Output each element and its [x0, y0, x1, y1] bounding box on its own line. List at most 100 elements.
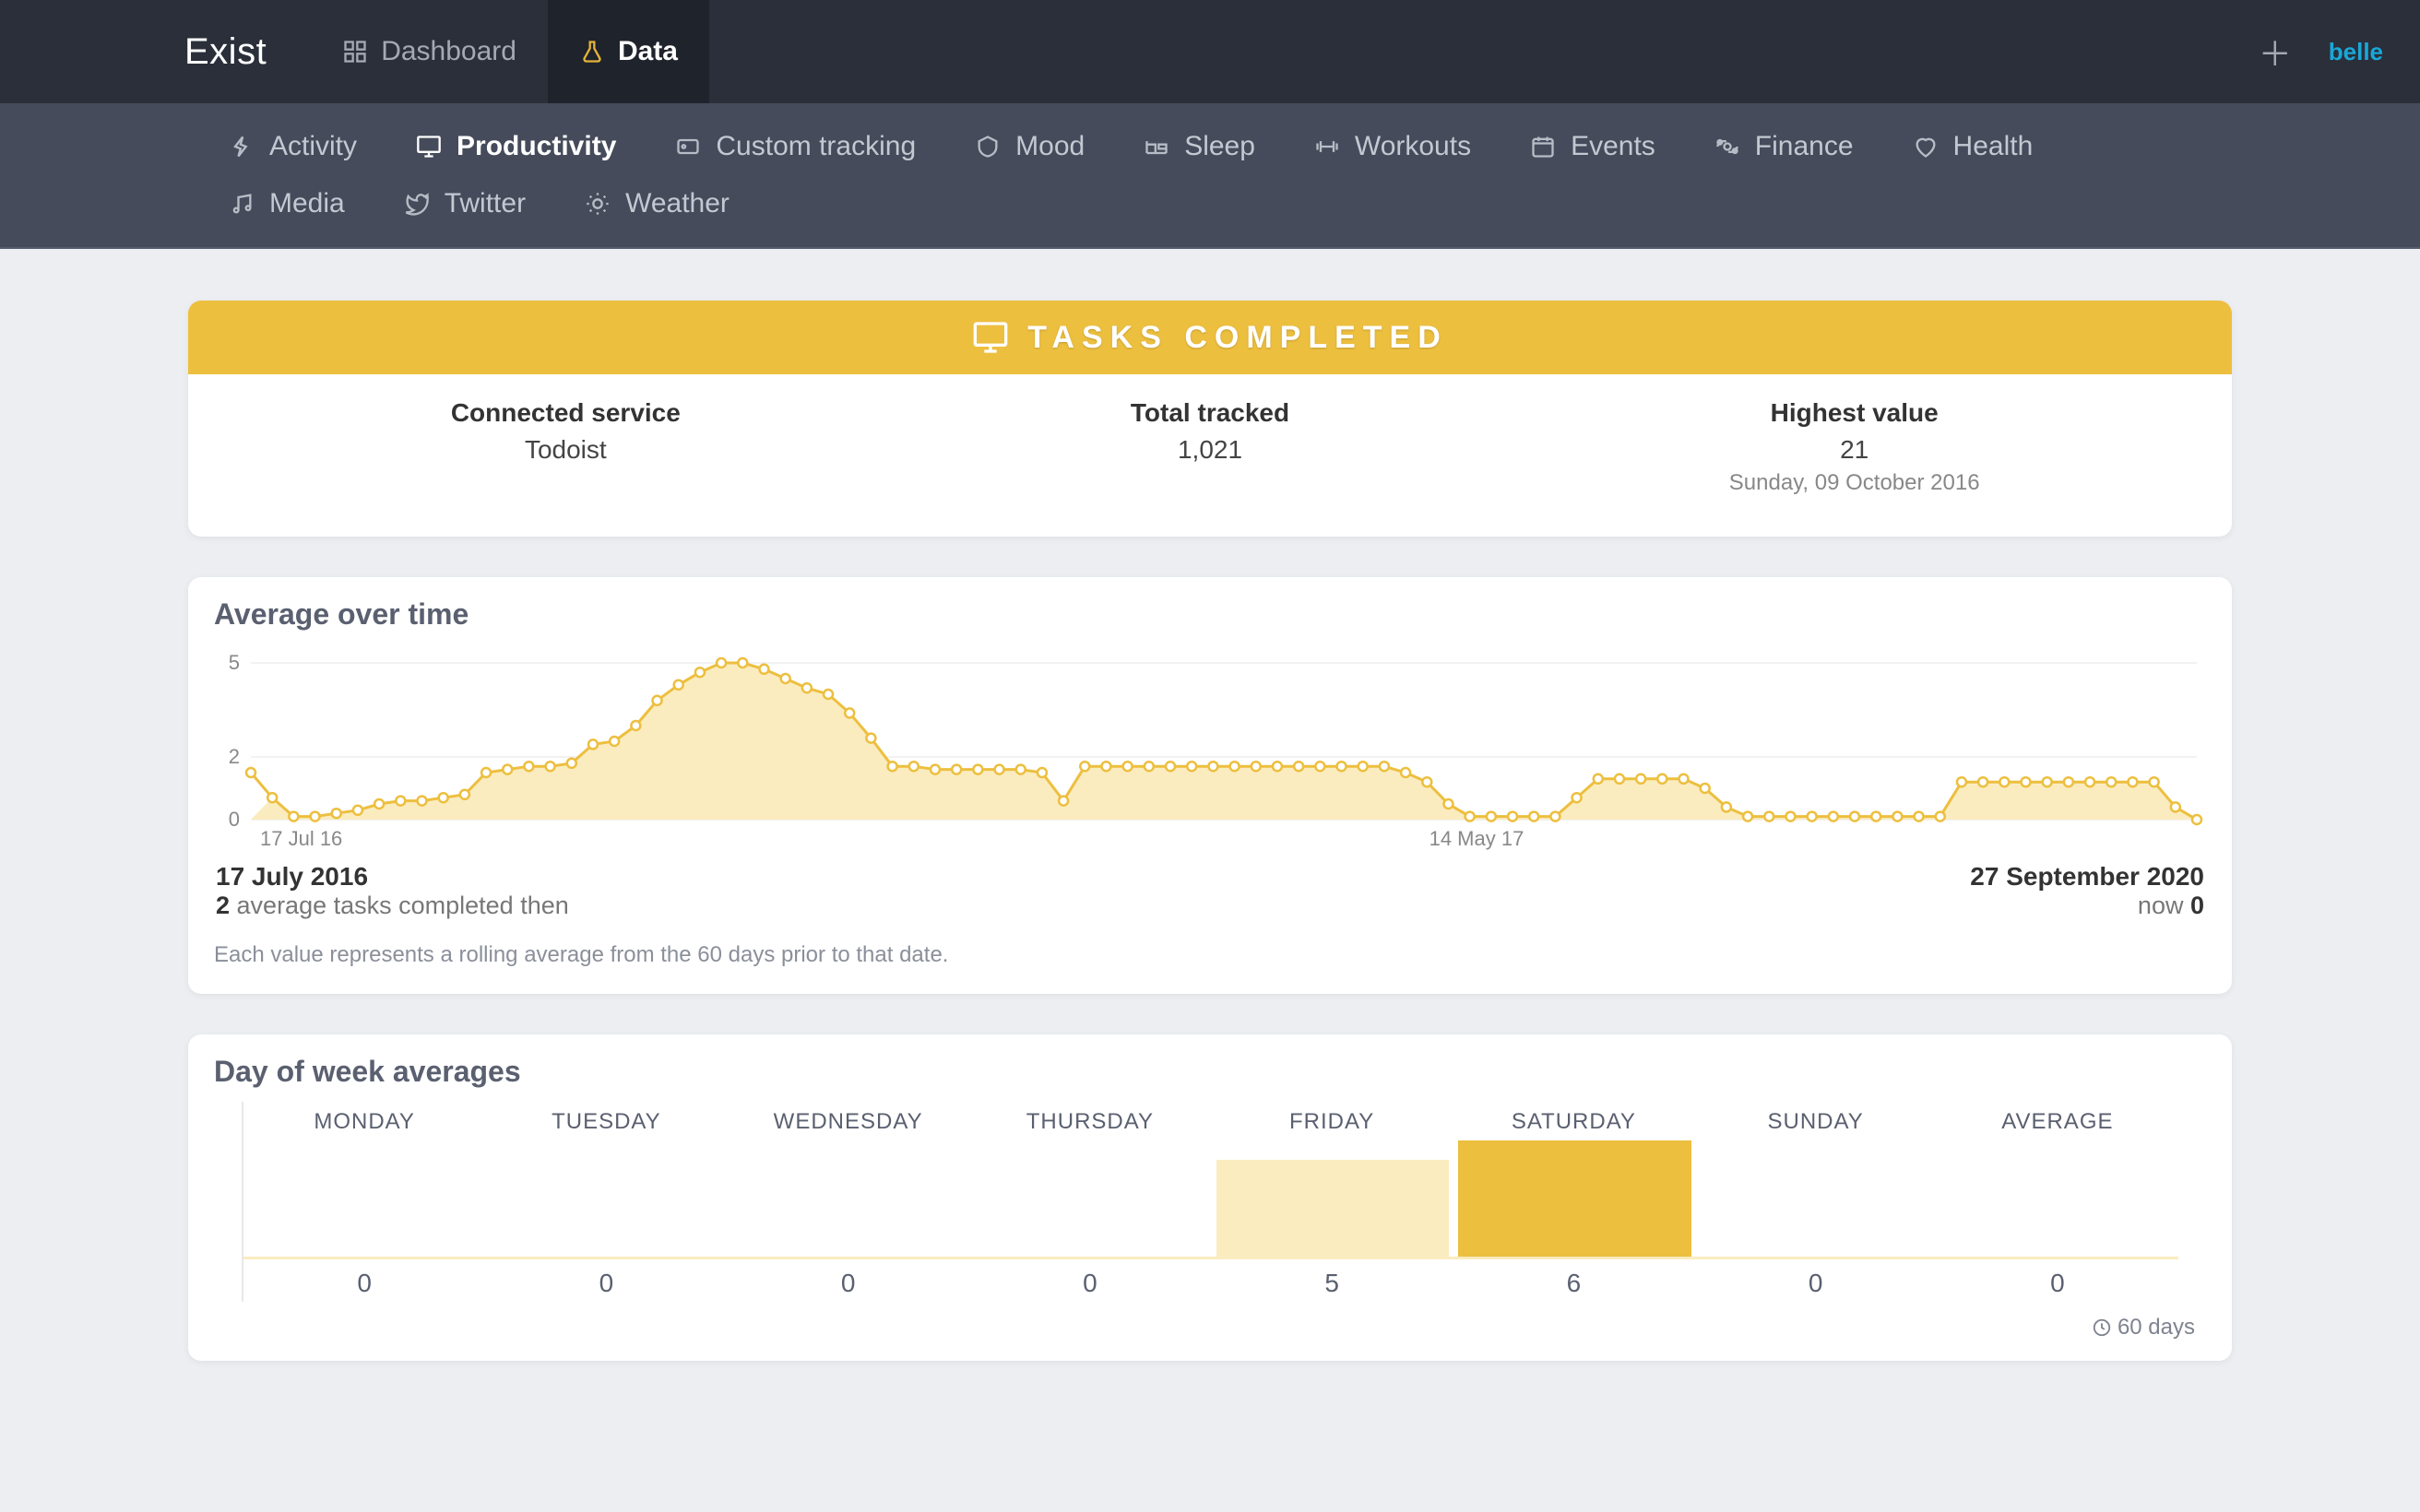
- dow-bar-area: [1453, 1137, 1694, 1257]
- dow-val: 6: [1453, 1259, 1694, 1298]
- subnav-item-twitter[interactable]: Twitter: [397, 179, 533, 229]
- dow-bar: [1216, 1160, 1449, 1257]
- dow-col-tuesday: TUESDAY 0: [485, 1102, 727, 1298]
- stat-highest-value: 21: [1532, 435, 2177, 465]
- subnav-label-workouts: Workouts: [1355, 131, 1471, 162]
- weather-icon: [585, 191, 611, 217]
- brand-logo[interactable]: Exist: [0, 31, 311, 73]
- topbar: Exist Dashboard Data ＋ belle: [0, 0, 2420, 103]
- chart-meta: 17 July 2016 2 average tasks completed t…: [214, 862, 2206, 920]
- dow-col-monday: MONDAY 0: [243, 1102, 485, 1298]
- chart-title: Average over time: [214, 597, 2206, 632]
- subnav-label-sleep: Sleep: [1184, 131, 1255, 162]
- metric-header: TASKS COMPLETED: [188, 301, 2232, 374]
- dow-col-saturday: SATURDAY 6: [1453, 1102, 1694, 1298]
- subnav-item-activity[interactable]: Activity: [221, 122, 364, 171]
- mood-icon: [975, 134, 1001, 159]
- health-icon: [1913, 134, 1939, 159]
- line-chart-svg: 02517 Jul 1614 May 17: [214, 644, 2206, 856]
- stat-highest-label: Highest value: [1532, 398, 2177, 428]
- dow-head: SATURDAY: [1453, 1102, 1694, 1137]
- chart-footnote: Each value represents a rolling average …: [214, 942, 2206, 968]
- subnav-item-sleep[interactable]: Sleep: [1136, 122, 1263, 171]
- subnav-item-workouts[interactable]: Workouts: [1307, 122, 1478, 171]
- subnav-label-productivity: Productivity: [457, 131, 616, 162]
- svg-text:2: 2: [229, 745, 240, 768]
- nav-data-label: Data: [618, 36, 678, 67]
- flask-icon: [579, 39, 605, 65]
- stat-total-value: 1,021: [888, 435, 1533, 465]
- dow-bar-area: [1937, 1137, 2178, 1257]
- dow-bar-area: [1695, 1137, 1937, 1257]
- dow-val: 0: [243, 1259, 485, 1298]
- subnav-label-mood: Mood: [1015, 131, 1085, 162]
- metric-summary-card: TASKS COMPLETED Connected service Todois…: [188, 301, 2232, 537]
- subnav-label-health: Health: [1953, 131, 2034, 162]
- stat-total-label: Total tracked: [888, 398, 1533, 428]
- dow-val: 0: [1937, 1259, 2178, 1298]
- dow-card: Day of week averages MONDAY0TUESDAY0WEDN…: [188, 1034, 2232, 1361]
- media-icon: [229, 191, 255, 217]
- subnav-item-finance[interactable]: Finance: [1707, 122, 1861, 171]
- username-link[interactable]: belle: [2329, 38, 2383, 66]
- subnav-item-mood[interactable]: Mood: [967, 122, 1092, 171]
- dow-col-sunday: SUNDAY 0: [1695, 1102, 1937, 1298]
- subnav-label-custom: Custom tracking: [716, 131, 916, 162]
- stat-highest: Highest value 21 Sunday, 09 October 2016: [1532, 398, 2177, 496]
- chart-end-date: 27 September 2020: [1970, 862, 2204, 892]
- subnav-label-events: Events: [1571, 131, 1655, 162]
- sub-nav: Activity Productivity Custom tracking Mood S…: [0, 103, 2420, 249]
- chart-end-val: now 0: [1970, 892, 2204, 920]
- svg-text:5: 5: [229, 651, 240, 674]
- dow-val: 0: [485, 1259, 727, 1298]
- subnav-item-media[interactable]: Media: [221, 179, 352, 229]
- dow-head: AVERAGE: [1937, 1102, 2178, 1137]
- events-icon: [1530, 134, 1556, 159]
- top-nav: Dashboard Data: [311, 0, 709, 103]
- dow-head: WEDNESDAY: [728, 1102, 969, 1137]
- subnav-label-media: Media: [269, 188, 345, 219]
- chart-start-date: 17 July 2016: [216, 862, 569, 892]
- subnav-item-events[interactable]: Events: [1523, 122, 1663, 171]
- dow-bar-area: [969, 1137, 1211, 1257]
- chart-area[interactable]: 02517 Jul 1614 May 17: [214, 644, 2206, 856]
- activity-icon: [229, 134, 255, 159]
- finance-icon: [1714, 134, 1740, 159]
- dow-bar-area: [1211, 1137, 1453, 1257]
- stat-connected-value: Todoist: [243, 435, 888, 465]
- dow-val: 0: [728, 1259, 969, 1298]
- dow-bar-area: [243, 1137, 485, 1257]
- dow-head: THURSDAY: [969, 1102, 1211, 1137]
- sleep-icon: [1144, 134, 1169, 159]
- dow-head: MONDAY: [243, 1102, 485, 1137]
- subnav-label-activity: Activity: [269, 131, 357, 162]
- nav-data[interactable]: Data: [548, 0, 709, 103]
- nav-dashboard-label: Dashboard: [381, 36, 516, 67]
- stat-total: Total tracked 1,021: [888, 398, 1533, 496]
- subnav-label-twitter: Twitter: [445, 188, 526, 219]
- dow-bar: [1458, 1140, 1690, 1257]
- dow-head: SUNDAY: [1695, 1102, 1937, 1137]
- workouts-icon: [1314, 134, 1340, 159]
- subnav-item-health[interactable]: Health: [1905, 122, 2041, 171]
- subnav-item-custom[interactable]: Custom tracking: [668, 122, 923, 171]
- stat-connected: Connected service Todoist: [243, 398, 888, 496]
- svg-text:17 Jul 16: 17 Jul 16: [260, 827, 342, 850]
- grid-icon: [342, 39, 368, 65]
- dow-foot-label: 60 days: [2118, 1315, 2195, 1341]
- stat-connected-label: Connected service: [243, 398, 888, 428]
- dow-col-average: AVERAGE 0: [1937, 1102, 2178, 1298]
- add-button[interactable]: ＋: [2259, 28, 2292, 76]
- chart-meta-left: 17 July 2016 2 average tasks completed t…: [216, 862, 569, 920]
- subnav-item-productivity[interactable]: Productivity: [409, 122, 623, 171]
- dow-bar-area: [728, 1137, 969, 1257]
- nav-dashboard[interactable]: Dashboard: [311, 0, 548, 103]
- svg-text:14 May 17: 14 May 17: [1429, 827, 1524, 850]
- dow-head: TUESDAY: [485, 1102, 727, 1137]
- stats-row: Connected service Todoist Total tracked …: [188, 374, 2232, 537]
- dow-val: 0: [1695, 1259, 1937, 1298]
- monitor-icon: [972, 319, 1009, 356]
- twitter-icon: [404, 191, 430, 217]
- subnav-label-finance: Finance: [1755, 131, 1854, 162]
- subnav-item-weather[interactable]: Weather: [577, 179, 737, 229]
